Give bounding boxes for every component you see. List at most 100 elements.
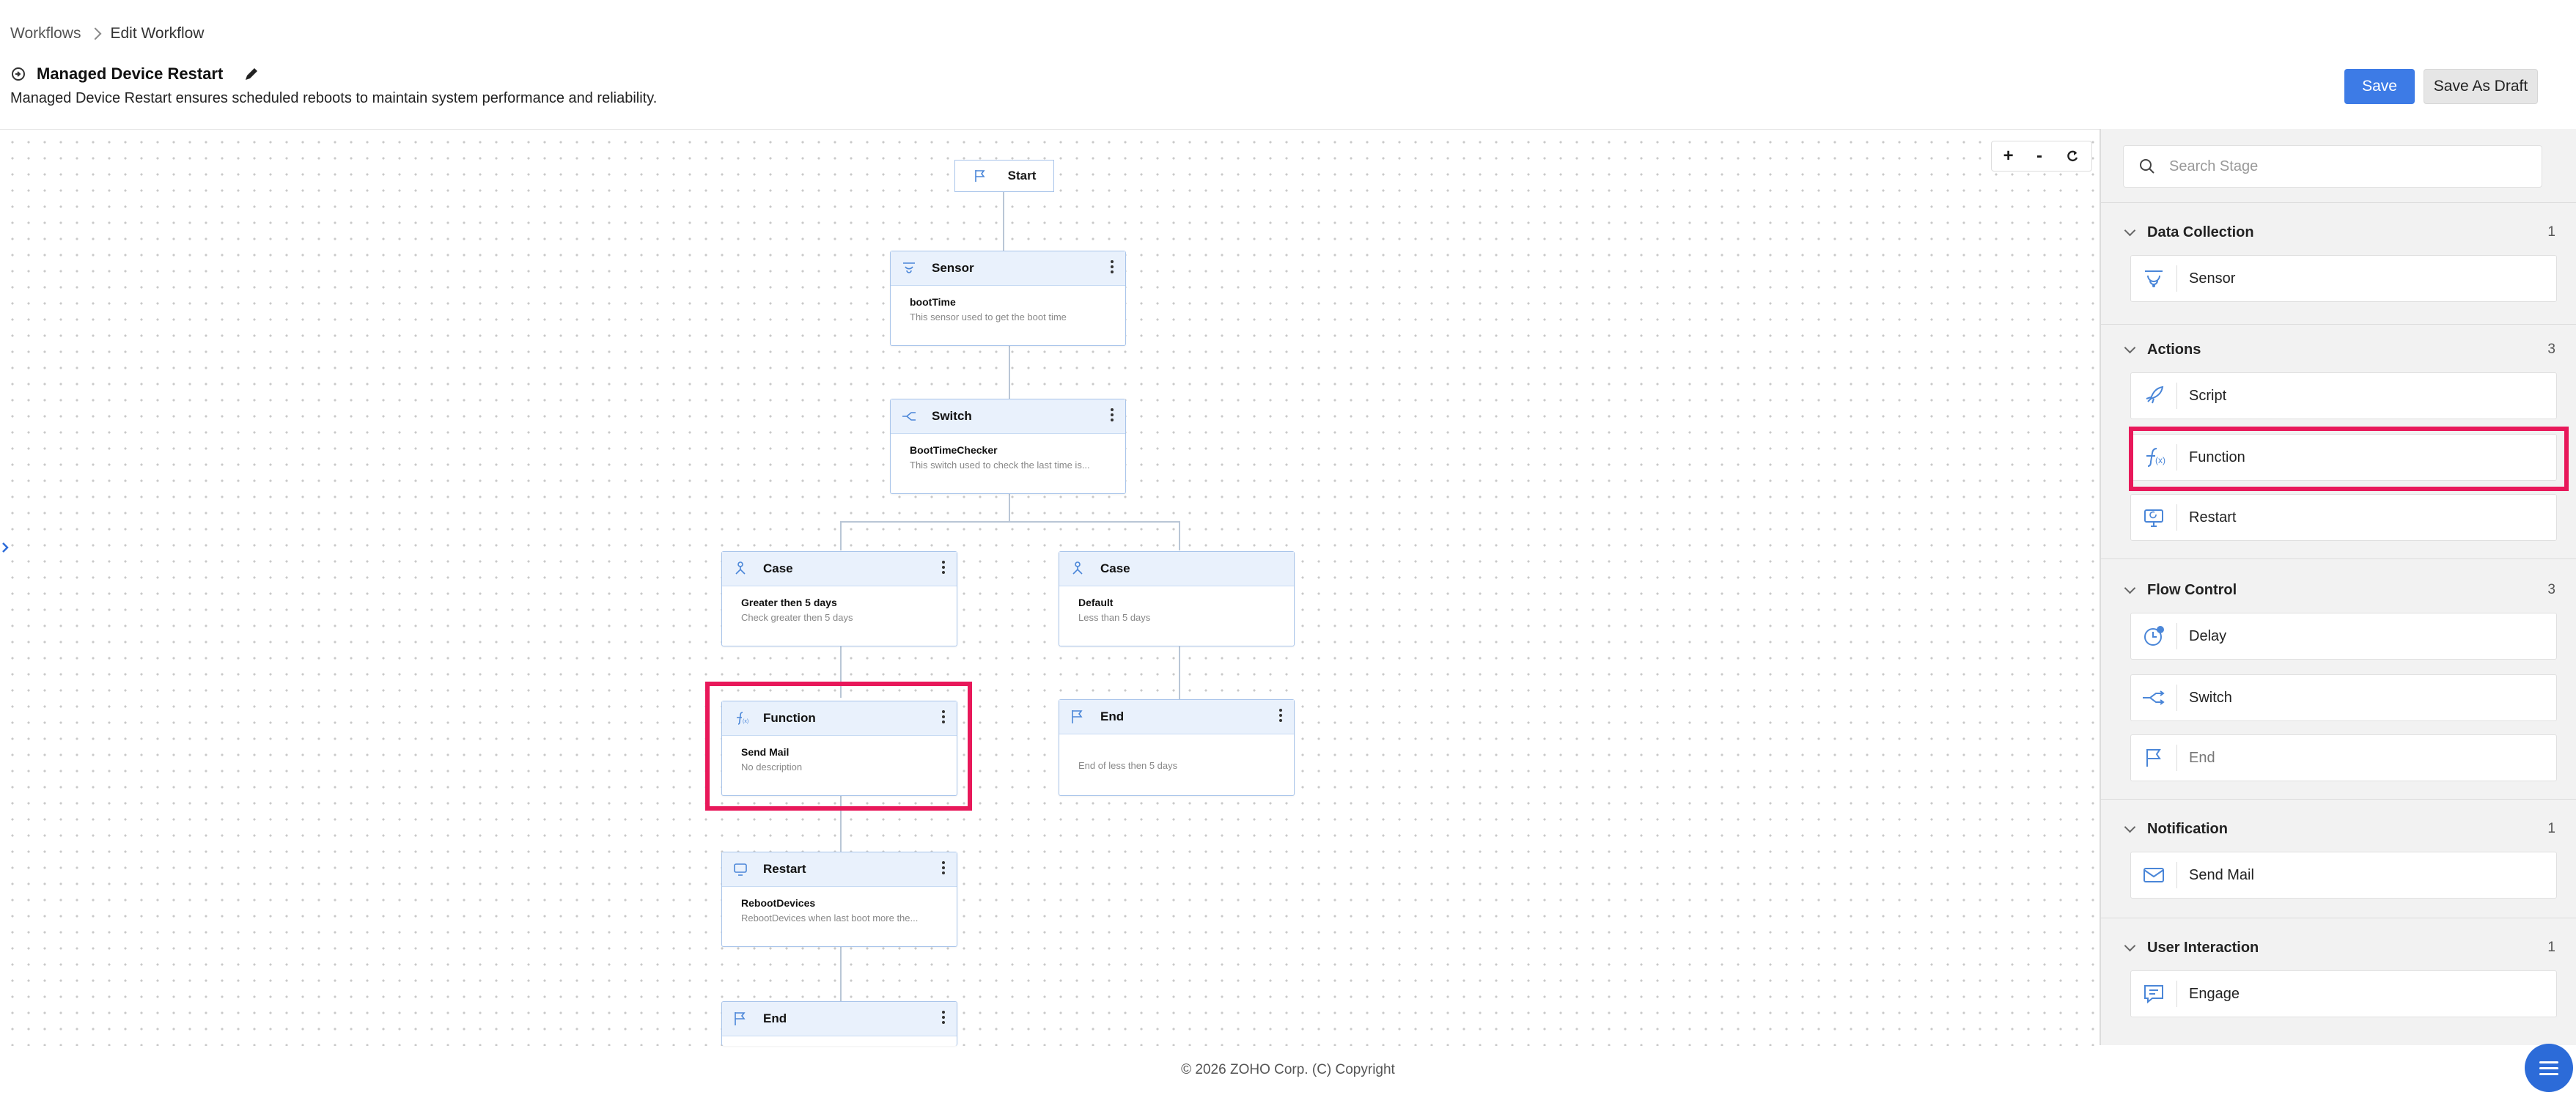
node-header: End: [1059, 700, 1294, 734]
category-label: User Interaction: [2147, 939, 2259, 956]
stage-item-send-mail[interactable]: Send Mail: [2130, 852, 2557, 899]
end-node[interactable]: End End of less then 5 days: [1059, 699, 1295, 796]
more-options-icon[interactable]: [942, 861, 945, 877]
breadcrumb-current: Edit Workflow: [110, 25, 205, 42]
expand-sidebar-icon[interactable]: [0, 535, 10, 560]
pencil-icon[interactable]: [243, 66, 260, 82]
stage-panel: Data Collection 1 Sensor Actions 3 Scrip…: [2100, 129, 2576, 1045]
chevron-right-icon: [89, 27, 102, 40]
category-label: Data Collection: [2147, 224, 2254, 240]
stage-label: Switch: [2189, 689, 2232, 706]
mail-icon: [2143, 868, 2164, 882]
stage-label: Restart: [2189, 509, 2237, 526]
category-label: Notification: [2147, 820, 2228, 837]
more-options-icon[interactable]: [942, 561, 945, 576]
connector: [1003, 191, 1004, 251]
divider: [2101, 799, 2576, 800]
breadcrumb-workflows-link[interactable]: Workflows: [10, 25, 81, 43]
chat-icon: [2144, 985, 2163, 1004]
restart-node[interactable]: Restart RebootDevices RebootDevices when …: [721, 852, 957, 947]
category-actions[interactable]: Actions 3: [2123, 339, 2555, 361]
flag-icon: [735, 1012, 746, 1025]
save-as-draft-button[interactable]: Save As Draft: [2424, 69, 2538, 104]
stage-item-sensor[interactable]: Sensor: [2130, 255, 2557, 302]
switch-node[interactable]: Switch BootTimeChecker This switch used t…: [890, 399, 1126, 494]
category-data-collection[interactable]: Data Collection 1: [2123, 221, 2555, 243]
zoom-out-button[interactable]: -: [2036, 146, 2042, 166]
category-count: 1: [2547, 224, 2555, 240]
flag-icon: [974, 170, 985, 182]
node-header: Switch: [891, 399, 1125, 434]
category-count: 1: [2547, 940, 2555, 955]
more-options-icon[interactable]: [1111, 260, 1114, 276]
category-count: 3: [2547, 582, 2555, 597]
node-type-label: End: [1100, 709, 1125, 723]
chevron-down-icon: [2124, 582, 2136, 594]
search-icon: [2140, 159, 2154, 174]
function-node[interactable]: (x) Function Send Mail No description: [721, 701, 957, 796]
stage-item-end[interactable]: End: [2130, 734, 2557, 781]
more-options-icon[interactable]: [1279, 709, 1282, 724]
refresh-icon[interactable]: [2065, 149, 2080, 163]
more-options-icon[interactable]: [1111, 408, 1114, 424]
node-type-label: Switch: [932, 409, 972, 423]
footer-copyright: © 2026 ZOHO Corp. (C) Copyright: [1181, 1062, 1395, 1077]
node-type-label: Sensor: [932, 261, 974, 275]
node-type-label: Case: [1100, 561, 1130, 575]
workflow-description: Managed Device Restart ensures scheduled…: [10, 90, 658, 106]
more-options-icon[interactable]: [942, 1011, 945, 1026]
node-header: Restart: [722, 852, 957, 887]
flag-icon: [2146, 749, 2161, 767]
sensor-node[interactable]: Sensor bootTime This sensor used to get t…: [890, 251, 1126, 346]
connector: [1179, 645, 1180, 699]
connector: [840, 521, 1180, 523]
restart-icon: [734, 863, 747, 876]
node-description: End of less then 5 days: [1078, 760, 1178, 771]
stage-item-switch[interactable]: Switch: [2130, 674, 2557, 721]
menu-fab-button[interactable]: [2525, 1044, 2573, 1092]
category-notification[interactable]: Notification 1: [2123, 818, 2555, 840]
switch-icon: [902, 412, 916, 421]
chevron-down-icon: [2124, 342, 2136, 354]
node-description: This switch used to check the last time …: [910, 460, 1090, 471]
more-options-icon[interactable]: [942, 710, 945, 726]
search-input[interactable]: [2168, 157, 2522, 176]
divider: [2101, 324, 2576, 325]
node-header: Case: [722, 552, 957, 586]
end-node[interactable]: End: [721, 1001, 957, 1046]
flag-icon: [1072, 710, 1083, 723]
node-description: RebootDevices when last boot more the...: [741, 912, 919, 923]
connector: [1009, 344, 1010, 399]
breadcrumb: Workflows Edit Workflow: [10, 25, 204, 43]
chevron-down-icon: [2124, 940, 2136, 952]
case-icon: [1072, 561, 1083, 575]
stage-item-restart[interactable]: Restart: [2130, 494, 2557, 541]
node-type-label: Function: [763, 711, 816, 725]
stage-item-engage[interactable]: Engage: [2130, 970, 2557, 1017]
zoom-in-button[interactable]: +: [2003, 146, 2014, 166]
node-title: Greater then 5 days: [741, 597, 837, 608]
workflow-title: Managed Device Restart: [37, 64, 224, 83]
save-button[interactable]: Save: [2344, 69, 2415, 104]
stage-item-delay[interactable]: Delay: [2130, 613, 2557, 660]
highlight-box: [2129, 427, 2569, 491]
node-header: End: [722, 1002, 957, 1036]
node-title: Send Mail: [741, 746, 790, 758]
case-node[interactable]: Case Greater then 5 days Check greater th…: [721, 551, 957, 646]
node-title: bootTime: [910, 296, 956, 308]
divider: [2101, 558, 2576, 559]
start-node[interactable]: Start: [954, 160, 1054, 192]
connector: [840, 521, 842, 550]
start-label: Start: [1007, 169, 1037, 182]
node-description: Check greater then 5 days: [741, 612, 853, 623]
stage-label: Script: [2189, 387, 2227, 404]
case-node[interactable]: Case Default Less than 5 days: [1059, 551, 1295, 646]
node-type-label: Case: [763, 561, 793, 575]
hamburger-icon: [2539, 1061, 2558, 1063]
monitor-restart-icon: [2144, 509, 2163, 527]
category-label: Flow Control: [2147, 581, 2237, 598]
zoom-controls: + -: [1991, 141, 2092, 172]
stage-item-script[interactable]: Script: [2130, 372, 2557, 419]
category-user-interaction[interactable]: User Interaction 1: [2123, 937, 2555, 959]
category-flow-control[interactable]: Flow Control 3: [2123, 579, 2555, 601]
